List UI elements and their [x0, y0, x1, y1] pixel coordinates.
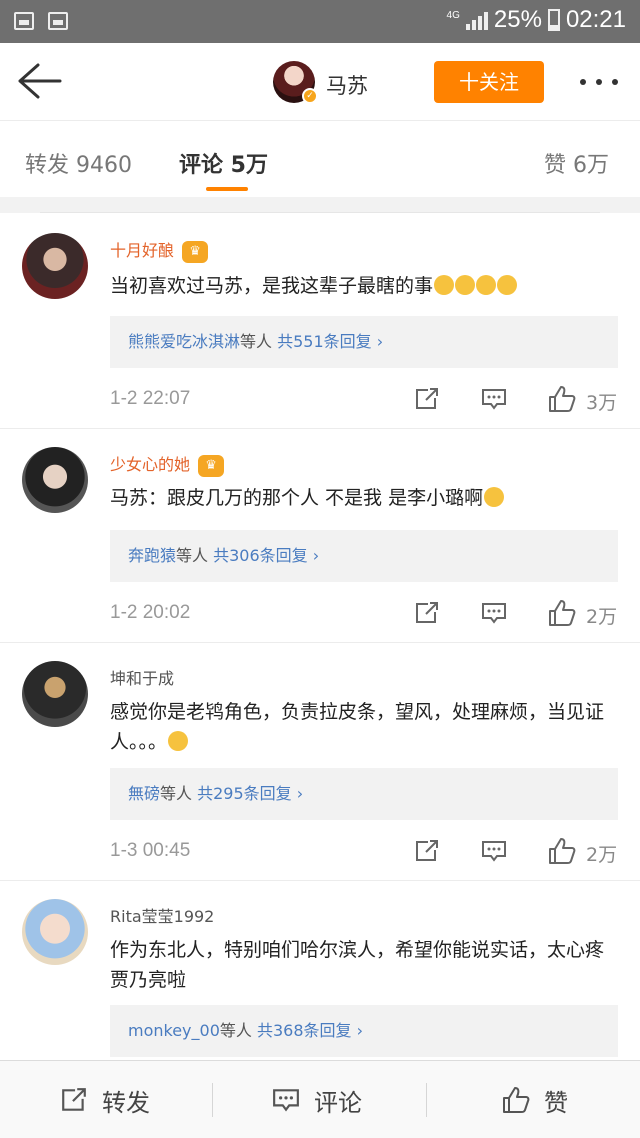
reply-users: 奔跑猿 [128, 546, 177, 565]
emoji-icon [434, 275, 455, 295]
reply-icon[interactable] [481, 387, 507, 411]
reply-suffix: 等人 [160, 784, 193, 803]
follow-button[interactable]: 十关注 [434, 61, 544, 103]
tab-bar: 转发 9460 评论 5万 赞 6万 [0, 121, 640, 197]
comment-username[interactable]: Rita莹莹1992 [110, 903, 214, 927]
user-avatar[interactable] [22, 233, 88, 299]
clock: 02:21 [565, 6, 626, 33]
comment-label: 评论 [314, 1088, 362, 1117]
more-options-icon[interactable] [580, 79, 618, 85]
replies-preview[interactable]: 奔跑猿等人 共306条回复 › [110, 530, 618, 582]
username-text: 少女心的她 [110, 455, 191, 474]
network-type: 4G [446, 10, 460, 21]
reply-users: monkey_00 [128, 1021, 220, 1040]
user-avatar[interactable] [22, 447, 88, 513]
like-icon[interactable] [548, 385, 576, 413]
comment-item: 十月好酿 ♛ 当初喜欢过马苏，是我这辈子最瞎的事 熊熊爱吃冰淇淋等人 共551条回… [0, 213, 640, 429]
comment-text: 感觉你是老鸨角色，负责拉皮条，望风，处理麻烦，当见证人。。。 [110, 697, 620, 757]
reply-suffix: 等人 [176, 546, 209, 565]
comment-username[interactable]: 少女心的她 ♛ [110, 451, 225, 477]
back-arrow-icon[interactable] [16, 61, 62, 101]
like-count: 2万 [586, 606, 618, 628]
comment-username[interactable]: 坤和于成 [110, 665, 174, 689]
reply-icon[interactable] [481, 839, 507, 863]
like-label: 赞 [544, 1088, 568, 1117]
reply-suffix: 等人 [219, 1021, 252, 1040]
tab-likes[interactable]: 赞 6万 [544, 147, 609, 179]
battery-icon [547, 9, 560, 31]
gallery-notification-icon [14, 12, 34, 30]
user-avatar[interactable] [22, 899, 88, 965]
share-icon[interactable] [414, 387, 440, 411]
active-tab-indicator [206, 187, 248, 191]
comment-item: 少女心的她 ♛ 马苏：跟皮几万的那个人 不是我 是李小璐啊 奔跑猿等人 共306条… [0, 429, 640, 643]
reply-icon[interactable] [481, 601, 507, 625]
emoji-icon [497, 275, 518, 295]
emoji-icon [168, 731, 189, 751]
replies-preview[interactable]: 熊熊爱吃冰淇淋等人 共551条回复 › [110, 316, 618, 368]
reply-users: 無磅 [128, 784, 161, 803]
comment-text-content: 马苏：跟皮几万的那个人 不是我 是李小璐啊 [110, 487, 484, 509]
username-text: 十月好酿 [110, 241, 175, 260]
like-count: 2万 [586, 844, 618, 866]
reply-count: 共551条回复 [277, 332, 372, 351]
like-icon [503, 1087, 530, 1113]
replies-preview[interactable]: monkey_00等人 共368条回复 › [110, 1005, 618, 1057]
reply-users: 熊熊爱吃冰淇淋 [128, 332, 241, 351]
status-bar: 4G 25% 02:21 [0, 0, 640, 43]
comment-text: 当初喜欢过马苏，是我这辈子最瞎的事 [110, 271, 620, 301]
chevron-right-icon: › [351, 1021, 364, 1040]
comment-time: 1-2 22:07 [110, 388, 191, 409]
chevron-right-icon: › [307, 546, 320, 565]
comment-time: 1-2 20:02 [110, 602, 191, 623]
emoji-icon [484, 487, 505, 507]
like-button[interactable]: 赞 [502, 1061, 568, 1138]
reply-count: 共295条回复 [197, 784, 292, 803]
divider [212, 1083, 213, 1117]
reply-count: 共306条回复 [213, 546, 308, 565]
share-icon[interactable] [414, 839, 440, 863]
replies-preview[interactable]: 無磅等人 共295条回复 › [110, 768, 618, 820]
comment-text: 作为东北人，特别咱们哈尔滨人，希望你能说实话，太心疼贾乃亮啦 [110, 939, 605, 991]
top-header: ✓ 马苏 十关注 [0, 43, 640, 121]
profile-name[interactable]: 马苏 [326, 70, 368, 100]
comment-text: 马苏：跟皮几万的那个人 不是我 是李小璐啊 [110, 483, 620, 513]
tab-comments[interactable]: 评论 5万 [179, 147, 268, 179]
verified-badge-icon: ✓ [302, 88, 318, 104]
reply-suffix: 等人 [240, 332, 273, 351]
like-icon[interactable] [548, 599, 576, 627]
chevron-right-icon: › [371, 332, 384, 351]
battery-percent: 25% [493, 6, 542, 33]
share-icon [62, 1088, 86, 1111]
repost-button[interactable]: 转发 [60, 1061, 150, 1138]
like-icon[interactable] [548, 837, 576, 865]
like-count: 3万 [586, 392, 618, 414]
comment-text-content: 当初喜欢过马苏，是我这辈子最瞎的事 [110, 275, 434, 297]
comment-time: 1-3 00:45 [110, 840, 191, 861]
vip-crown-icon: ♛ [198, 454, 225, 477]
user-avatar[interactable] [22, 661, 88, 727]
comment-button[interactable]: 评论 [272, 1061, 362, 1138]
emoji-icon [476, 275, 497, 295]
chevron-right-icon: › [291, 784, 304, 803]
comment-username[interactable]: 十月好酿 ♛ [110, 237, 209, 263]
comment-item: Rita莹莹1992 作为东北人，特别咱们哈尔滨人，希望你能说实话，太心疼贾乃亮… [0, 881, 640, 1060]
section-gap [0, 197, 640, 213]
comment-icon [273, 1089, 299, 1112]
vip-crown-icon: ♛ [182, 240, 209, 263]
share-icon[interactable] [414, 601, 440, 625]
divider [426, 1083, 427, 1117]
signal-icon [465, 10, 488, 30]
comment-item: 坤和于成 感觉你是老鸨角色，负责拉皮条，望风，处理麻烦，当见证人。。。 無磅等人… [0, 643, 640, 881]
emoji-icon [455, 275, 476, 295]
tab-repost[interactable]: 转发 9460 [25, 147, 132, 179]
repost-label: 转发 [102, 1088, 150, 1117]
recycle-notification-icon [48, 12, 68, 30]
reply-count: 共368条回复 [257, 1021, 352, 1040]
bottom-action-bar: 转发 评论 赞 [0, 1060, 640, 1138]
